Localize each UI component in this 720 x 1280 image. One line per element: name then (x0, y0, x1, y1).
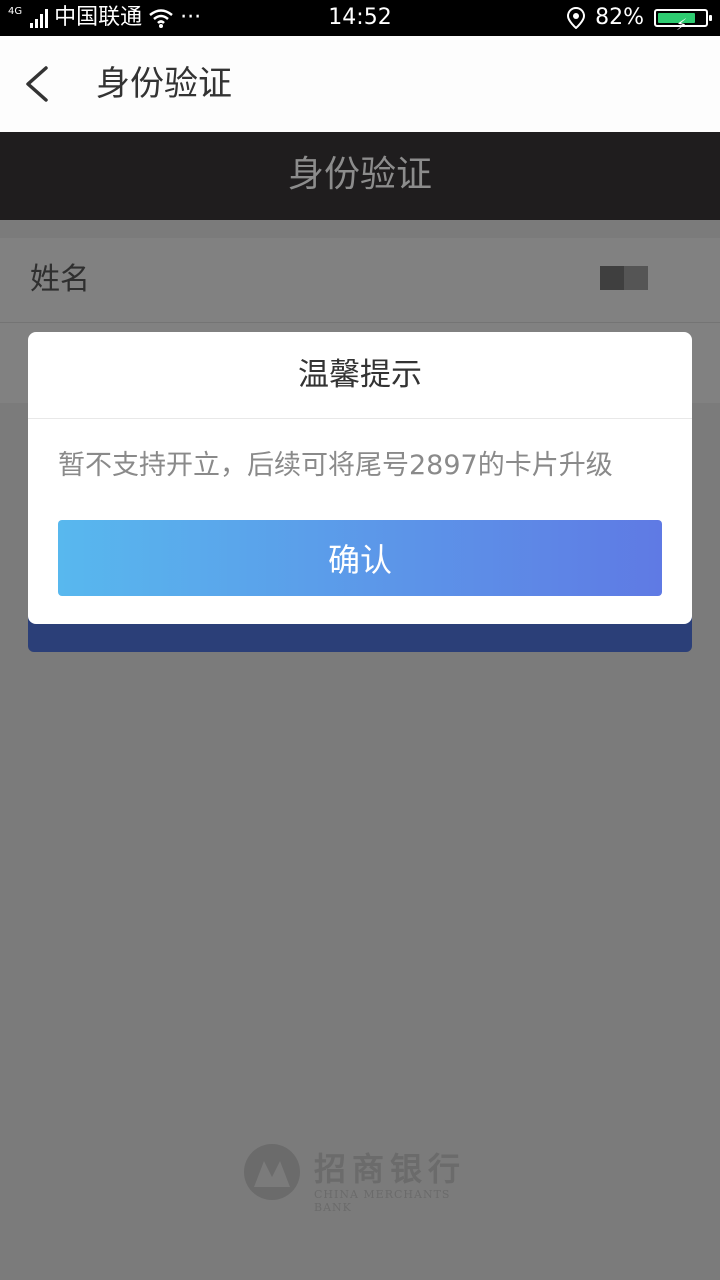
status-bar: 4G 中国联通 ··· 14:52 82% ⚡ (0, 0, 720, 36)
bank-logo-mark-icon (244, 1144, 300, 1200)
bank-logo: 招商银行 CHINA MERCHANTS BANK (244, 1144, 484, 1214)
name-label: 姓名 (30, 262, 90, 297)
alert-dialog: 温馨提示 暂不支持开立，后续可将尾号2897的卡片升级 确认 (28, 332, 692, 624)
confirm-button[interactable]: 确认 (58, 520, 662, 596)
app-bar: 身份验证 (0, 36, 720, 132)
name-row: 姓名 (0, 238, 720, 323)
battery-percent: 82% (595, 5, 644, 30)
status-right: 82% ⚡ (567, 0, 712, 36)
bank-name: 招商银行 (314, 1150, 467, 1188)
name-value-masked (600, 266, 648, 290)
battery-icon: ⚡ (654, 9, 712, 34)
location-icon (567, 7, 586, 29)
section-banner: 身份验证 (0, 132, 720, 220)
page-title: 身份验证 (96, 64, 232, 104)
dialog-title: 温馨提示 (28, 332, 692, 419)
back-arrow-icon[interactable] (22, 66, 58, 102)
dialog-message: 暂不支持开立，后续可将尾号2897的卡片升级 (58, 450, 613, 481)
bank-name-en: CHINA MERCHANTS BANK (314, 1188, 451, 1214)
